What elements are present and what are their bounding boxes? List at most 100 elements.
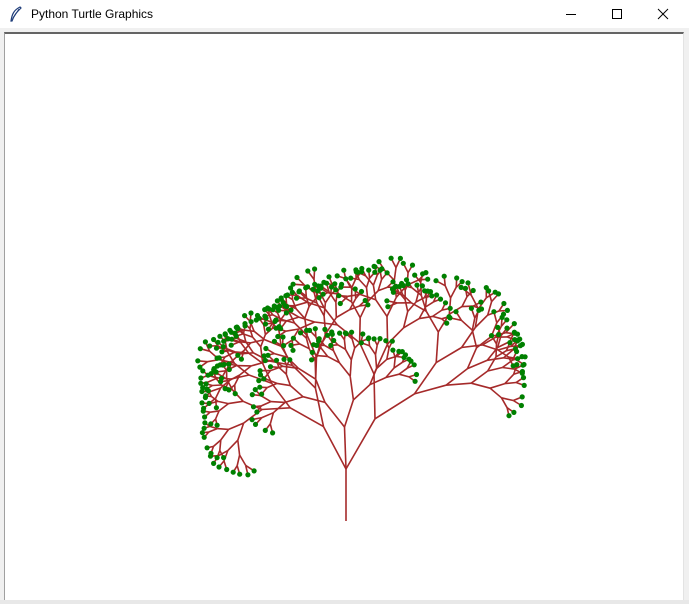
leaf-dot [271, 338, 277, 344]
fractal-tree-drawing [195, 255, 528, 521]
leaf-dot [226, 366, 232, 373]
feather-icon [9, 6, 23, 22]
leaf-dot [413, 371, 420, 378]
turtle-canvas[interactable] [4, 32, 684, 600]
branch-segment [372, 274, 378, 286]
leaf-dot [441, 273, 447, 279]
leaf-dot [334, 273, 340, 279]
leaf-dot [459, 279, 465, 285]
leaf-dot [312, 326, 318, 332]
branch-segment [374, 345, 378, 355]
leaf-dot [400, 260, 406, 266]
leaf-dot [495, 291, 502, 297]
branch-segment [237, 440, 241, 456]
title-bar[interactable]: Python Turtle Graphics [0, 0, 689, 28]
close-button[interactable] [640, 0, 686, 28]
leaf-dot [458, 284, 464, 290]
leaf-dot [229, 336, 235, 342]
leaf-dot [265, 305, 271, 311]
leaf-dot [379, 266, 385, 272]
leaf-dot [414, 282, 420, 288]
branch-segment [218, 402, 229, 412]
leaf-dot [383, 338, 389, 344]
branch-segment [294, 301, 308, 307]
leaf-dot [309, 349, 315, 355]
leaf-dot [348, 275, 354, 281]
leaf-dot [412, 272, 418, 278]
leaf-dot [217, 333, 223, 339]
branch-segment [335, 309, 351, 319]
leaf-dot [248, 319, 254, 325]
leaf-dot [259, 391, 265, 397]
leaf-dot [273, 317, 279, 323]
leaf-dot [211, 460, 217, 466]
leaf-dot [437, 296, 444, 302]
leaf-dot [251, 468, 257, 474]
branches [197, 257, 526, 521]
leaf-dot [278, 326, 284, 332]
leaf-dot [232, 330, 238, 336]
leaf-dot [197, 346, 203, 352]
leaf-dot [261, 376, 267, 382]
branch-segment [404, 299, 409, 312]
leaf-dot [290, 281, 296, 287]
branch-segment [343, 399, 355, 428]
leaf-dot [390, 279, 396, 285]
leaf-dot [211, 336, 217, 343]
leaf-dot [419, 283, 425, 289]
leaf-dot [245, 472, 251, 478]
leaf-dot [332, 281, 338, 287]
leaf-dot [434, 292, 440, 298]
leaf-dot [202, 394, 208, 401]
minimize-button[interactable] [548, 0, 594, 28]
leaf-dot [312, 266, 318, 272]
maximize-button[interactable] [594, 0, 640, 28]
branch-segment [398, 373, 410, 378]
branch-segment [289, 384, 304, 398]
leaf-dot [349, 329, 355, 335]
leaf-dot [511, 329, 517, 335]
leaf-dot [280, 334, 286, 340]
leaf-dot [384, 270, 390, 276]
branch-segment [270, 400, 286, 404]
branch-segment [351, 338, 356, 349]
leaf-dot [267, 364, 274, 370]
leaf-dot [333, 287, 339, 293]
leaf-dot [219, 349, 225, 355]
branch-segment [208, 427, 218, 433]
leaf-dot [214, 455, 220, 461]
leaf-dot [454, 275, 460, 281]
leaf-dot [331, 337, 337, 344]
leaf-dot [275, 333, 281, 340]
leaf-dot [366, 267, 372, 273]
branch-segment [461, 296, 468, 307]
leaf-dot [343, 331, 349, 337]
branch-segment [374, 354, 378, 369]
branch-segment [228, 400, 244, 405]
leaf-dot [409, 262, 416, 268]
branch-segment [445, 382, 472, 386]
leaf-dot [402, 352, 409, 358]
branch-segment [349, 376, 355, 401]
leaf-dot [262, 313, 268, 319]
leaf-dot [324, 332, 331, 338]
leaf-dot [518, 402, 525, 409]
window-bottom-border [0, 600, 689, 604]
branch-segment [470, 370, 489, 384]
leaf-dot [216, 355, 222, 361]
leaf-dot [195, 358, 201, 364]
minimize-icon [566, 14, 576, 15]
leaf-dot [222, 386, 228, 392]
leaf-dot [465, 280, 471, 286]
leaf-dot [252, 387, 258, 393]
leaf-dot [257, 384, 263, 390]
leaf-dot [270, 430, 276, 436]
leaf-dot [504, 325, 510, 331]
branch-segment [220, 428, 230, 441]
leaf-dot [397, 255, 403, 261]
leaf-dot [389, 338, 395, 344]
branch-segment [276, 382, 291, 387]
branch-segment [358, 342, 375, 375]
branch-segment [285, 373, 292, 386]
leaf-dot [296, 289, 302, 295]
